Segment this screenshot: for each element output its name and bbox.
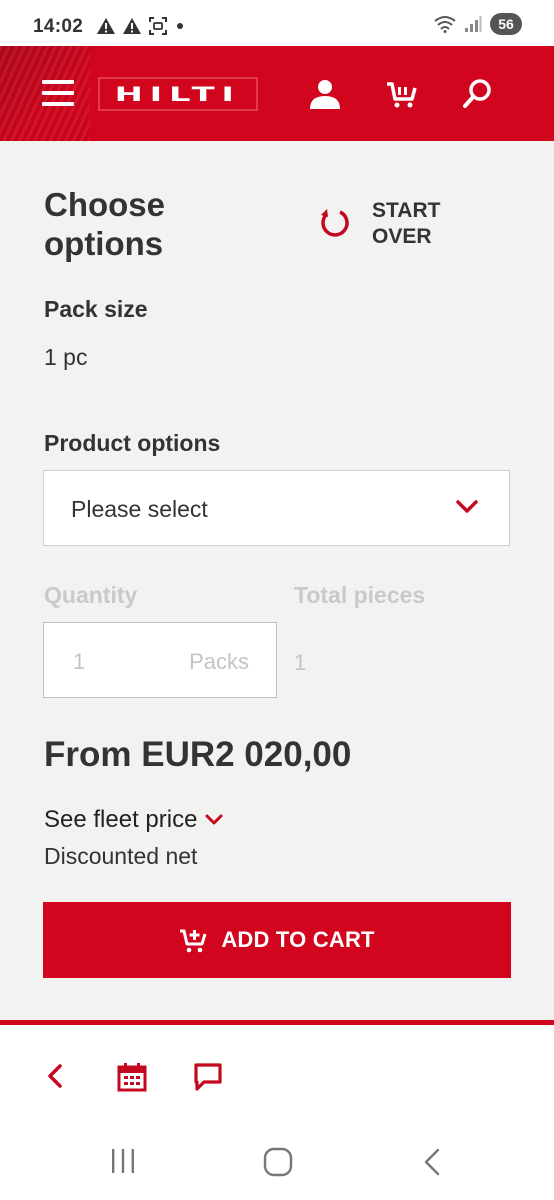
status-bar: 14:02 56 xyxy=(0,0,554,46)
status-time: 14:02 xyxy=(33,16,84,37)
search-icon[interactable] xyxy=(460,76,496,112)
status-notification-icons xyxy=(96,16,186,36)
hilti-logo[interactable]: HILTI xyxy=(98,77,258,111)
logo-text: HILTI xyxy=(114,82,242,106)
select-placeholder: Please select xyxy=(71,496,208,522)
home-icon[interactable] xyxy=(262,1147,294,1177)
pack-size-label: Pack size xyxy=(44,296,148,322)
browser-toolbar xyxy=(0,1020,554,1135)
comment-icon[interactable] xyxy=(192,1061,224,1093)
start-over-button[interactable]: START OVER xyxy=(318,198,462,250)
see-fleet-price-link[interactable]: See fleet price xyxy=(44,806,223,834)
back-nav-icon[interactable] xyxy=(420,1147,444,1177)
system-nav-bar xyxy=(0,1125,554,1200)
back-icon[interactable] xyxy=(44,1061,66,1091)
product-options-select[interactable]: Please select xyxy=(43,470,510,546)
total-pieces-value: 1 xyxy=(294,650,307,675)
wifi-icon xyxy=(434,16,456,33)
status-right-icons: 56 xyxy=(434,13,522,35)
calendar-icon[interactable] xyxy=(116,1061,148,1093)
screenshot-icon xyxy=(149,17,167,35)
cart-icon[interactable] xyxy=(384,76,420,112)
warning-icon xyxy=(123,18,141,34)
chevron-down-icon xyxy=(456,500,478,513)
warning-icon xyxy=(97,18,115,34)
product-options-label: Product options xyxy=(44,430,221,456)
signal-icon xyxy=(465,16,482,32)
pack-size-value: 1 pc xyxy=(44,344,88,370)
options-card xyxy=(18,141,536,1015)
total-pieces-label: Total pieces xyxy=(294,582,426,608)
price: From EUR2 020,00 xyxy=(44,735,352,774)
dot-icon xyxy=(177,23,183,29)
menu-icon[interactable] xyxy=(42,80,74,106)
fleet-price-label: See fleet price xyxy=(44,806,198,833)
battery-indicator: 56 xyxy=(490,13,522,35)
quantity-value: 1 xyxy=(73,649,86,674)
add-to-cart-label: ADD TO CART xyxy=(221,927,375,952)
quantity-unit: Packs xyxy=(189,649,249,674)
add-to-cart-button[interactable]: ADD TO CART xyxy=(43,902,511,978)
start-over-label: START OVER xyxy=(372,199,441,248)
add-to-cart-icon xyxy=(180,929,207,953)
refresh-icon xyxy=(321,209,349,237)
discounted-net-label: Discounted net xyxy=(44,843,198,869)
quantity-input[interactable]: 1 Packs xyxy=(43,622,277,698)
page-title: Choose options xyxy=(44,186,166,262)
quantity-label: Quantity xyxy=(44,582,138,608)
user-icon[interactable] xyxy=(307,76,343,112)
recent-apps-icon[interactable] xyxy=(108,1147,138,1175)
app-header: HILTI xyxy=(0,46,554,141)
chevron-down-icon xyxy=(205,814,223,825)
